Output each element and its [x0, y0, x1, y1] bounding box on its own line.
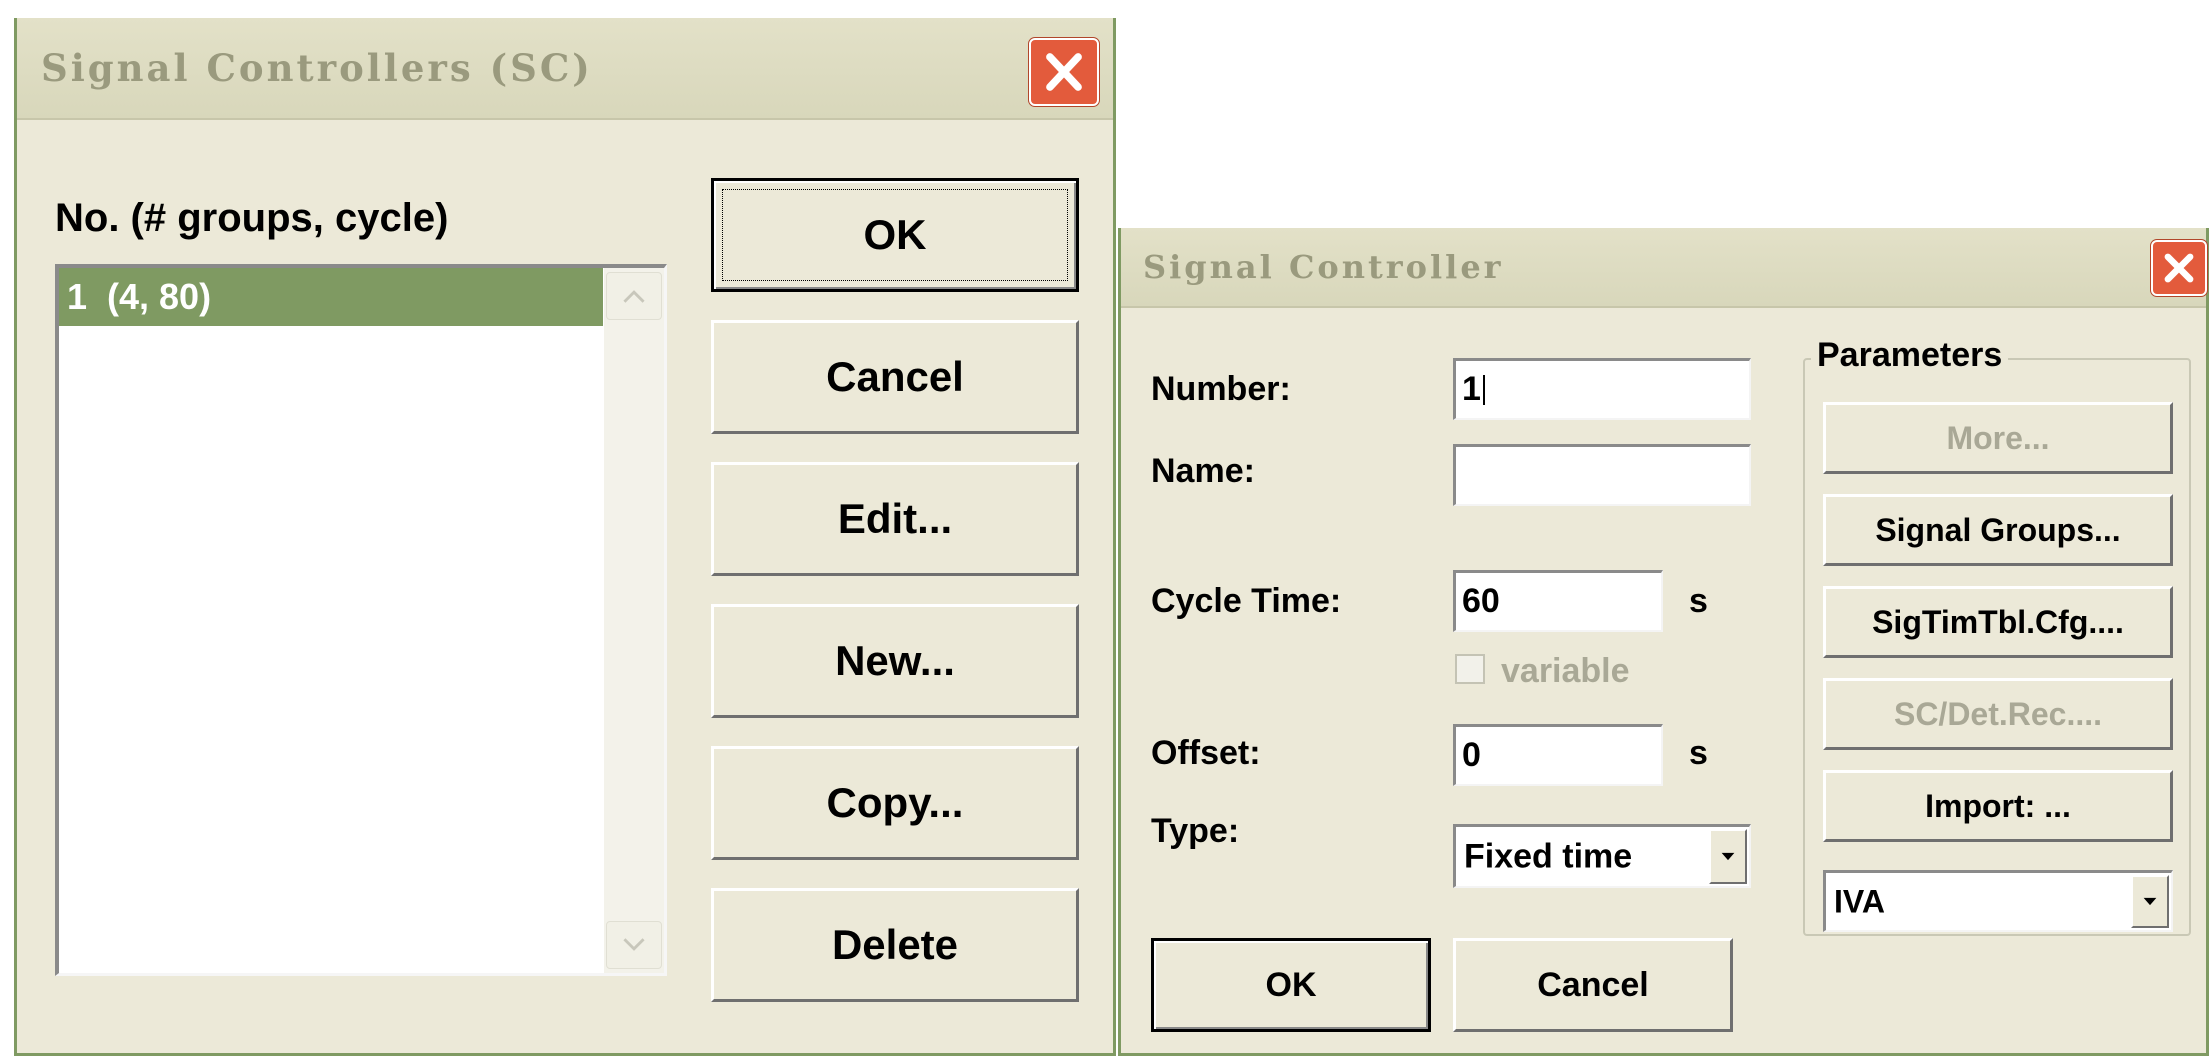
signal-groups-button[interactable]: Signal Groups... [1823, 494, 2173, 566]
dialog-title: Signal Controller [1143, 248, 1504, 286]
scroll-down-button[interactable] [606, 921, 662, 969]
copy-button[interactable]: Copy... [711, 746, 1079, 860]
ok-button-label: OK [1265, 965, 1317, 1004]
list-item[interactable]: 1 (4, 80) [59, 268, 603, 326]
list-scrollbar[interactable] [604, 268, 664, 973]
list-header: No. (# groups, cycle) [55, 196, 449, 240]
delete-button-label: Delete [831, 921, 959, 968]
type-value: Fixed time [1464, 837, 1633, 875]
name-label: Name: [1151, 452, 1255, 490]
signal-controller-dialog: Signal Controller Number: 1 Name: Cycle … [1118, 228, 2209, 1056]
variable-label: variable [1501, 652, 1630, 690]
close-button[interactable] [2151, 240, 2207, 296]
sigtimtbl-cfg-button[interactable]: SigTimTbl.Cfg.... [1823, 586, 2173, 658]
number-label: Number: [1151, 370, 1291, 408]
focus-rect [722, 189, 1068, 281]
scroll-down-arrow-icon [623, 938, 645, 951]
cancel-button[interactable]: Cancel [1453, 938, 1733, 1032]
scroll-up-arrow-icon [623, 290, 645, 303]
new-button[interactable]: New... [711, 604, 1079, 718]
signal-controller-list[interactable]: 1 (4, 80) [55, 264, 667, 976]
offset-value: 0 [1462, 736, 1481, 774]
import-button[interactable]: Import: ... [1823, 770, 2173, 842]
offset-field[interactable]: 0 [1453, 724, 1663, 786]
name-field[interactable] [1453, 444, 1751, 506]
titlebar[interactable]: Signal Controller [1121, 228, 2207, 308]
cycle-time-unit: s [1689, 582, 1708, 620]
more-button-label: More... [1946, 419, 2050, 456]
cycle-time-label: Cycle Time: [1151, 582, 1342, 620]
scroll-up-button[interactable] [606, 272, 662, 320]
signal-groups-button-label: Signal Groups... [1875, 511, 2121, 548]
cancel-button-label: Cancel [1537, 965, 1649, 1004]
sc-det-rec-button-label: SC/Det.Rec.... [1893, 695, 2103, 732]
titlebar[interactable]: Signal Controllers (SC) [17, 18, 1113, 120]
edit-button-label: Edit... [837, 495, 953, 542]
cycle-time-field[interactable]: 60 [1453, 570, 1663, 632]
delete-button[interactable]: Delete [711, 888, 1079, 1002]
import-button-label: Import: ... [1925, 787, 2071, 824]
sc-det-rec-button[interactable]: SC/Det.Rec.... [1823, 678, 2173, 750]
edit-button[interactable]: Edit... [711, 462, 1079, 576]
variable-checkbox[interactable] [1455, 654, 1485, 684]
type-label: Type: [1151, 812, 1240, 850]
cycle-time-value: 60 [1462, 582, 1500, 620]
dialog-title: Signal Controllers (SC) [41, 46, 593, 90]
sigtimtbl-cfg-button-label: SigTimTbl.Cfg.... [1872, 603, 2124, 640]
close-icon [1046, 53, 1082, 91]
cancel-button-label: Cancel [826, 353, 964, 400]
close-button[interactable] [1029, 38, 1099, 106]
offset-label: Offset: [1151, 734, 1261, 772]
ok-button[interactable]: OK [1151, 938, 1431, 1032]
cancel-button[interactable]: Cancel [711, 320, 1079, 434]
chevron-down-icon [1721, 852, 1735, 861]
more-button[interactable]: More... [1823, 402, 2173, 474]
signal-controllers-dialog: Signal Controllers (SC) No. (# groups, c… [14, 18, 1116, 1056]
new-button-label: New... [835, 637, 955, 684]
number-value: 1 [1462, 370, 1481, 408]
import-format-value: IVA [1834, 883, 1885, 919]
type-dropdown-button[interactable] [1709, 829, 1747, 884]
number-field[interactable]: 1 [1453, 358, 1751, 420]
offset-unit: s [1689, 734, 1708, 772]
ok-button[interactable]: OK [711, 178, 1079, 292]
import-format-dropdown-button[interactable] [2131, 875, 2169, 928]
type-dropdown[interactable]: Fixed time [1453, 824, 1751, 888]
close-icon [2164, 253, 2194, 283]
copy-button-label: Copy... [826, 779, 964, 826]
text-caret [1482, 374, 1485, 405]
import-format-dropdown[interactable]: IVA [1823, 870, 2173, 932]
chevron-down-icon [2143, 897, 2157, 906]
parameters-legend: Parameters [1811, 336, 2009, 375]
